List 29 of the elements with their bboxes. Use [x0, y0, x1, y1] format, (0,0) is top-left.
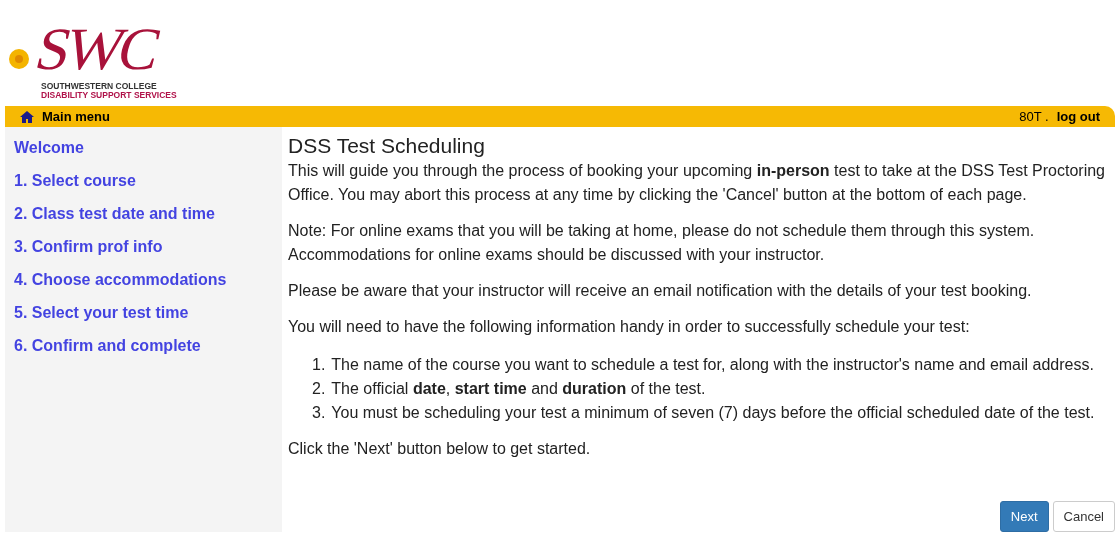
- list-number: 3.: [312, 403, 326, 423]
- sidebar-item[interactable]: 5. Select your test time: [14, 304, 282, 322]
- page-title: DSS Test Scheduling: [288, 133, 486, 159]
- list-item: The name of the course you want to schedule a test for, along with the instructor's name and email address.: [331, 355, 1094, 375]
- sidebar-item[interactable]: 2. Class test date and time: [14, 205, 282, 223]
- logo-text: SOUTHWESTERN COLLEGE: [41, 82, 158, 91]
- home-icon[interactable]: [20, 110, 34, 123]
- list-item: The official date, start time and duration of the test.: [331, 379, 706, 399]
- paragraph: Please be aware that your instructor will receive an email notification with the details of your test booking.: [288, 282, 1032, 299]
- logo-mark: SWC: [29, 15, 165, 82]
- sidebar-item[interactable]: 6. Confirm and complete: [14, 337, 282, 355]
- main-menu-link[interactable]: Main menu: [42, 109, 110, 124]
- sidebar-item[interactable]: 1. Select course: [14, 172, 282, 190]
- sidebar-item[interactable]: Welcome: [14, 139, 282, 157]
- sidebar-item[interactable]: 4. Choose accommodations: [14, 271, 282, 289]
- paragraph: This will guide you through the process of booking your upcoming in-person test to take at the DSS Test Proctoring Office. You may abort this process at any time by clicking the 'Cancel' button at the bottom of each page.: [288, 162, 1105, 203]
- list-item: You must be scheduling your test a minimum of seven (7) days before the official scheduled date of the test.: [331, 403, 1095, 423]
- next-button[interactable]: Next: [999, 501, 1049, 532]
- user-name: 80T .: [1019, 109, 1049, 124]
- paragraph: Note: For online exams that you will be taking at home, please do not schedule them through this system. Accommodations for online exams should be discussed with your instructor.: [288, 222, 1035, 263]
- cancel-button[interactable]: Cancel: [1052, 501, 1115, 532]
- paragraph: Click the 'Next' button below to get started.: [288, 440, 591, 457]
- sun-icon: [8, 48, 30, 70]
- logo-subtitle: DISABILITY SUPPORT SERVICES: [41, 91, 178, 100]
- list-number: 1.: [312, 355, 326, 375]
- logout-link[interactable]: log out: [1056, 109, 1100, 124]
- paragraph: You will need to have the following information handy in order to successfully schedule your test:: [288, 318, 970, 335]
- sidebar-item[interactable]: 3. Confirm prof info: [14, 238, 282, 256]
- list-number: 2.: [312, 379, 326, 399]
